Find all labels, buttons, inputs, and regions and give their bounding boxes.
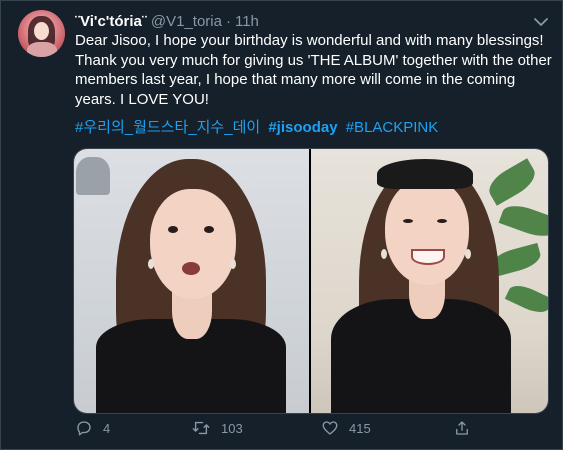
hashtag-korean[interactable]: #우리의_월드스타_지수_데이: [75, 119, 260, 136]
avatar[interactable]: [18, 10, 65, 57]
retweet-button[interactable]: 103: [191, 419, 243, 437]
plant-leaf: [504, 280, 548, 318]
action-bar: 4 103 415: [75, 419, 545, 441]
earring-left: [381, 249, 387, 259]
face: [150, 189, 236, 299]
avatar-face: [34, 22, 49, 40]
eye-left: [168, 226, 178, 233]
chevron-down-icon[interactable]: [532, 15, 550, 29]
share-button[interactable]: [453, 419, 471, 437]
tweet-text: Dear Jisoo, I hope your birthday is wond…: [75, 32, 552, 108]
separator-dot: ·: [225, 13, 231, 30]
like-button[interactable]: 415: [321, 419, 371, 437]
hashtag-row: #우리의_월드스타_지수_데이 #jisooday #BLACKPINK: [75, 118, 553, 138]
reply-icon: [75, 419, 93, 437]
retweet-icon: [191, 419, 211, 437]
photo-left[interactable]: [74, 149, 309, 413]
hashtag-jisooday[interactable]: #jisooday: [268, 119, 337, 136]
mouth-open: [182, 262, 200, 275]
face: [385, 179, 469, 285]
hashtag-blackpink[interactable]: #BLACKPINK: [346, 119, 439, 136]
tweet[interactable]: ¨Vi'c'tória¨ @V1_toria · 11h Dear Jisoo,…: [0, 0, 563, 450]
background-vase: [76, 157, 110, 195]
author-name[interactable]: ¨Vi'c'tória¨: [75, 12, 147, 32]
earring-right: [230, 259, 236, 269]
eye-right: [437, 219, 447, 223]
media-grid: [73, 148, 549, 414]
like-count: 415: [349, 420, 371, 436]
earring-right: [465, 249, 471, 259]
tweet-timestamp[interactable]: 11h: [235, 12, 259, 32]
eye-left: [403, 219, 413, 223]
reply-count: 4: [103, 420, 111, 436]
plant-leaf: [483, 158, 541, 206]
reply-button[interactable]: 4: [75, 419, 110, 437]
eye-right: [204, 226, 214, 233]
avatar-body: [27, 42, 57, 57]
earring-left: [148, 259, 154, 269]
plant-leaf: [498, 200, 548, 242]
retweet-count: 103: [221, 420, 243, 436]
heart-icon: [321, 419, 339, 437]
share-icon: [453, 419, 471, 437]
headband: [377, 159, 473, 189]
photo-right[interactable]: [311, 149, 548, 413]
mouth-smile: [411, 249, 445, 265]
tweet-header: ¨Vi'c'tória¨ @V1_toria · 11h: [75, 12, 259, 32]
author-handle[interactable]: @V1_toria: [151, 12, 222, 32]
